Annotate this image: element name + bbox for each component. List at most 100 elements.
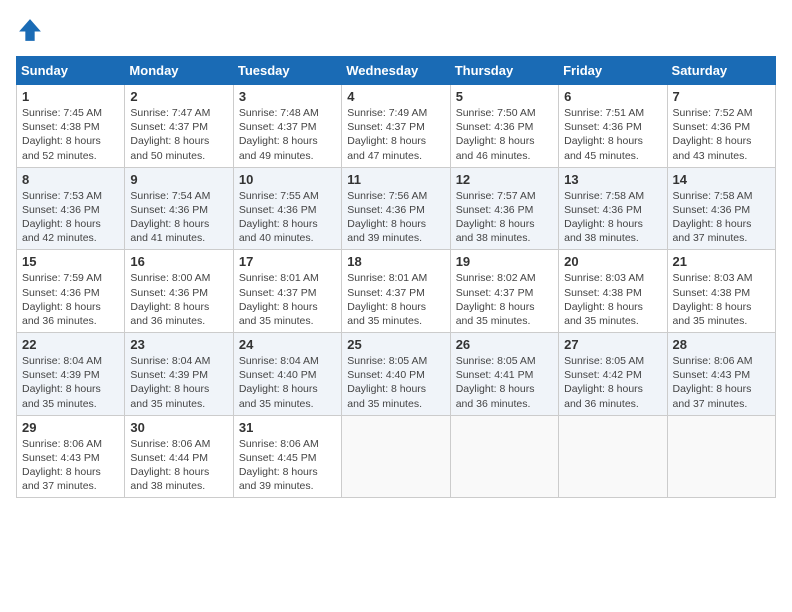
day-info: Sunrise: 7:56 AMSunset: 4:36 PMDaylight:…: [347, 189, 444, 246]
day-number: 13: [564, 172, 661, 187]
day-number: 26: [456, 337, 553, 352]
week-row-4: 22Sunrise: 8:04 AMSunset: 4:39 PMDayligh…: [17, 333, 776, 416]
day-number: 30: [130, 420, 227, 435]
calendar-cell: 2 Sunrise: 7:47 AMSunset: 4:37 PMDaylight…: [125, 85, 233, 168]
day-info: Sunrise: 8:03 AMSunset: 4:38 PMDaylight:…: [564, 271, 661, 328]
day-info: Sunrise: 7:51 AMSunset: 4:36 PMDaylight:…: [564, 106, 661, 163]
calendar-cell: 20 Sunrise: 8:03 AMSunset: 4:38 PMDayligh…: [559, 250, 667, 333]
calendar-cell: 1 Sunrise: 7:45 AMSunset: 4:38 PMDaylight…: [17, 85, 125, 168]
header-thursday: Thursday: [450, 57, 558, 85]
day-number: 10: [239, 172, 336, 187]
day-number: 7: [673, 89, 770, 104]
day-info: Sunrise: 8:00 AMSunset: 4:36 PMDaylight:…: [130, 271, 227, 328]
day-info: Sunrise: 7:53 AMSunset: 4:36 PMDaylight:…: [22, 189, 119, 246]
day-number: 24: [239, 337, 336, 352]
day-info: Sunrise: 8:02 AMSunset: 4:37 PMDaylight:…: [456, 271, 553, 328]
day-number: 25: [347, 337, 444, 352]
calendar-cell: 17 Sunrise: 8:01 AMSunset: 4:37 PMDayligh…: [233, 250, 341, 333]
day-info: Sunrise: 7:58 AMSunset: 4:36 PMDaylight:…: [564, 189, 661, 246]
calendar-cell: 13 Sunrise: 7:58 AMSunset: 4:36 PMDayligh…: [559, 167, 667, 250]
day-info: Sunrise: 8:04 AMSunset: 4:39 PMDaylight:…: [130, 354, 227, 411]
day-number: 1: [22, 89, 119, 104]
header-saturday: Saturday: [667, 57, 775, 85]
day-number: 20: [564, 254, 661, 269]
day-number: 16: [130, 254, 227, 269]
calendar-cell: 7 Sunrise: 7:52 AMSunset: 4:36 PMDaylight…: [667, 85, 775, 168]
day-number: 5: [456, 89, 553, 104]
calendar-header: SundayMondayTuesdayWednesdayThursdayFrid…: [17, 57, 776, 85]
day-number: 14: [673, 172, 770, 187]
calendar-cell: 3Sunrise: 7:48 AMSunset: 4:37 PMDaylight…: [233, 85, 341, 168]
calendar-cell: 24 Sunrise: 8:04 AMSunset: 4:40 PMDayligh…: [233, 333, 341, 416]
calendar-cell: 19 Sunrise: 8:02 AMSunset: 4:37 PMDayligh…: [450, 250, 558, 333]
week-row-2: 8 Sunrise: 7:53 AMSunset: 4:36 PMDaylight…: [17, 167, 776, 250]
calendar-cell: 29Sunrise: 8:06 AMSunset: 4:43 PMDayligh…: [17, 415, 125, 498]
calendar-body: 1 Sunrise: 7:45 AMSunset: 4:38 PMDaylight…: [17, 85, 776, 498]
calendar-cell: [342, 415, 450, 498]
calendar-cell: [667, 415, 775, 498]
calendar-cell: 26 Sunrise: 8:05 AMSunset: 4:41 PMDayligh…: [450, 333, 558, 416]
week-row-5: 29Sunrise: 8:06 AMSunset: 4:43 PMDayligh…: [17, 415, 776, 498]
day-info: Sunrise: 8:06 AMSunset: 4:44 PMDaylight:…: [130, 437, 227, 494]
logo-icon: [16, 16, 44, 44]
day-number: 9: [130, 172, 227, 187]
day-info: Sunrise: 7:52 AMSunset: 4:36 PMDaylight:…: [673, 106, 770, 163]
day-info: Sunrise: 8:06 AMSunset: 4:45 PMDaylight:…: [239, 437, 336, 494]
day-info: Sunrise: 8:05 AMSunset: 4:42 PMDaylight:…: [564, 354, 661, 411]
calendar-cell: 4Sunrise: 7:49 AMSunset: 4:37 PMDaylight…: [342, 85, 450, 168]
day-info: Sunrise: 8:01 AMSunset: 4:37 PMDaylight:…: [239, 271, 336, 328]
calendar-cell: 15Sunrise: 7:59 AMSunset: 4:36 PMDayligh…: [17, 250, 125, 333]
day-info: Sunrise: 7:45 AMSunset: 4:38 PMDaylight:…: [22, 106, 119, 163]
day-info: Sunrise: 7:54 AMSunset: 4:36 PMDaylight:…: [130, 189, 227, 246]
calendar-cell: 11 Sunrise: 7:56 AMSunset: 4:36 PMDayligh…: [342, 167, 450, 250]
day-info: Sunrise: 8:01 AMSunset: 4:37 PMDaylight:…: [347, 271, 444, 328]
day-number: 18: [347, 254, 444, 269]
calendar-cell: 6Sunrise: 7:51 AMSunset: 4:36 PMDaylight…: [559, 85, 667, 168]
day-number: 17: [239, 254, 336, 269]
calendar-cell: 27 Sunrise: 8:05 AMSunset: 4:42 PMDayligh…: [559, 333, 667, 416]
calendar-cell: 9 Sunrise: 7:54 AMSunset: 4:36 PMDaylight…: [125, 167, 233, 250]
calendar-cell: 12Sunrise: 7:57 AMSunset: 4:36 PMDayligh…: [450, 167, 558, 250]
day-info: Sunrise: 7:59 AMSunset: 4:36 PMDaylight:…: [22, 271, 119, 328]
week-row-3: 15Sunrise: 7:59 AMSunset: 4:36 PMDayligh…: [17, 250, 776, 333]
day-info: Sunrise: 7:47 AMSunset: 4:37 PMDaylight:…: [130, 106, 227, 163]
day-number: 29: [22, 420, 119, 435]
week-row-1: 1 Sunrise: 7:45 AMSunset: 4:38 PMDaylight…: [17, 85, 776, 168]
page-header: [16, 16, 776, 44]
day-number: 19: [456, 254, 553, 269]
calendar-cell: 28 Sunrise: 8:06 AMSunset: 4:43 PMDayligh…: [667, 333, 775, 416]
day-number: 8: [22, 172, 119, 187]
calendar-cell: [559, 415, 667, 498]
calendar-cell: 25Sunrise: 8:05 AMSunset: 4:40 PMDayligh…: [342, 333, 450, 416]
day-number: 28: [673, 337, 770, 352]
logo: [16, 16, 48, 44]
calendar-cell: [450, 415, 558, 498]
calendar-cell: 18 Sunrise: 8:01 AMSunset: 4:37 PMDayligh…: [342, 250, 450, 333]
calendar-cell: 16 Sunrise: 8:00 AMSunset: 4:36 PMDayligh…: [125, 250, 233, 333]
day-number: 31: [239, 420, 336, 435]
calendar-cell: 10Sunrise: 7:55 AMSunset: 4:36 PMDayligh…: [233, 167, 341, 250]
header-friday: Friday: [559, 57, 667, 85]
day-number: 11: [347, 172, 444, 187]
day-info: Sunrise: 8:05 AMSunset: 4:41 PMDaylight:…: [456, 354, 553, 411]
day-number: 23: [130, 337, 227, 352]
header-row: SundayMondayTuesdayWednesdayThursdayFrid…: [17, 57, 776, 85]
day-number: 27: [564, 337, 661, 352]
day-info: Sunrise: 7:50 AMSunset: 4:36 PMDaylight:…: [456, 106, 553, 163]
day-info: Sunrise: 8:03 AMSunset: 4:38 PMDaylight:…: [673, 271, 770, 328]
day-info: Sunrise: 7:57 AMSunset: 4:36 PMDaylight:…: [456, 189, 553, 246]
calendar-cell: 22Sunrise: 8:04 AMSunset: 4:39 PMDayligh…: [17, 333, 125, 416]
header-wednesday: Wednesday: [342, 57, 450, 85]
header-tuesday: Tuesday: [233, 57, 341, 85]
calendar-cell: 14Sunrise: 7:58 AMSunset: 4:36 PMDayligh…: [667, 167, 775, 250]
day-info: Sunrise: 8:06 AMSunset: 4:43 PMDaylight:…: [673, 354, 770, 411]
calendar-cell: 30 Sunrise: 8:06 AMSunset: 4:44 PMDayligh…: [125, 415, 233, 498]
calendar-cell: 5 Sunrise: 7:50 AMSunset: 4:36 PMDaylight…: [450, 85, 558, 168]
day-info: Sunrise: 8:04 AMSunset: 4:40 PMDaylight:…: [239, 354, 336, 411]
day-number: 21: [673, 254, 770, 269]
day-number: 4: [347, 89, 444, 104]
calendar-cell: 23 Sunrise: 8:04 AMSunset: 4:39 PMDayligh…: [125, 333, 233, 416]
calendar-cell: 21 Sunrise: 8:03 AMSunset: 4:38 PMDayligh…: [667, 250, 775, 333]
day-number: 2: [130, 89, 227, 104]
day-info: Sunrise: 7:48 AMSunset: 4:37 PMDaylight:…: [239, 106, 336, 163]
